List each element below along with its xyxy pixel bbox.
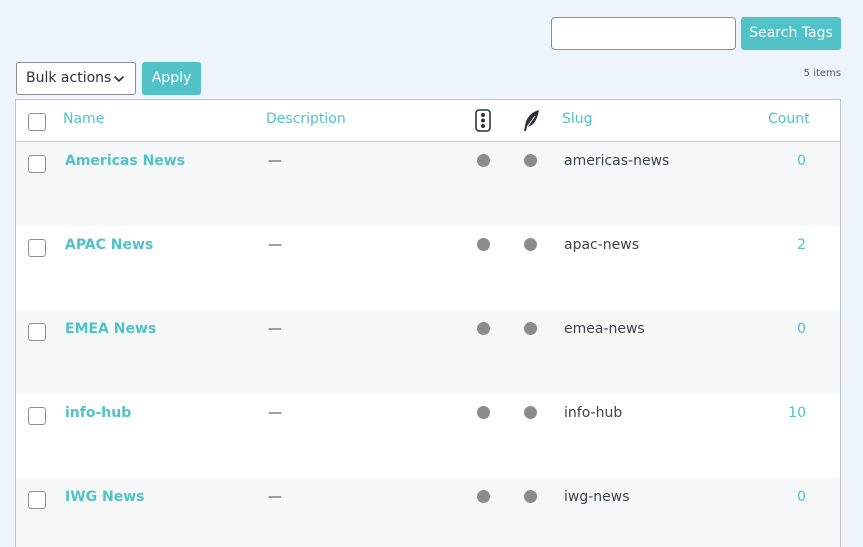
column-name-header[interactable]: Name <box>63 111 104 127</box>
table-row: IWG News — iwg-news 0 <box>16 478 840 547</box>
row-checkbox[interactable] <box>28 323 46 341</box>
tag-slug: apac-news <box>564 237 640 253</box>
traffic-light-icon[interactable] <box>475 109 491 132</box>
tag-description: — <box>268 237 282 253</box>
status-dot <box>524 406 537 419</box>
tag-count-link[interactable]: 0 <box>797 321 806 337</box>
status-dot <box>477 238 490 251</box>
column-description-header[interactable]: Description <box>266 111 346 127</box>
status-dot <box>524 238 537 251</box>
tag-description: — <box>268 405 282 421</box>
status-dot <box>524 154 537 167</box>
tag-slug: americas-news <box>564 153 670 169</box>
tag-count-link[interactable]: 0 <box>797 489 806 505</box>
table-header: Name Description Slug Count <box>16 100 840 142</box>
table-row: info-hub — info-hub 10 <box>16 394 840 478</box>
tag-description: — <box>268 321 282 337</box>
column-slug-header[interactable]: Slug <box>562 111 593 127</box>
tag-name-link[interactable]: IWG News <box>65 489 145 505</box>
row-checkbox[interactable] <box>28 239 46 257</box>
apply-button[interactable]: Apply <box>142 62 201 95</box>
status-dot <box>524 322 537 335</box>
tag-name-link[interactable]: EMEA News <box>65 321 156 337</box>
tag-description: — <box>268 489 282 505</box>
row-checkbox[interactable] <box>28 407 46 425</box>
tag-name-link[interactable]: info-hub <box>65 405 131 421</box>
search-input[interactable] <box>551 17 736 50</box>
status-dot <box>477 490 490 503</box>
status-dot <box>524 490 537 503</box>
items-count: 5 items <box>803 68 841 79</box>
tag-count-link[interactable]: 2 <box>797 237 806 253</box>
bulk-actions-selected: Bulk actions <box>26 70 112 86</box>
search-tags-button[interactable]: Search Tags <box>741 17 841 50</box>
bulk-actions-select[interactable]: Bulk actions <box>16 62 136 95</box>
tag-count-link[interactable]: 0 <box>797 153 806 169</box>
tags-table: Name Description Slug Count Americas New… <box>15 99 841 547</box>
tag-slug: info-hub <box>564 405 623 421</box>
feather-icon[interactable] <box>521 109 541 133</box>
table-row: Americas News — americas-news 0 <box>16 142 840 226</box>
tag-name-link[interactable]: APAC News <box>65 237 153 253</box>
status-dot <box>477 322 490 335</box>
row-checkbox[interactable] <box>28 491 46 509</box>
status-dot <box>477 406 490 419</box>
tags-page: Search Tags Bulk actions Apply 5 items N… <box>0 0 863 547</box>
tag-description: — <box>268 153 282 169</box>
row-checkbox[interactable] <box>28 155 46 173</box>
tag-count-link[interactable]: 10 <box>788 405 806 421</box>
table-row: EMEA News — emea-news 0 <box>16 310 840 394</box>
tag-name-link[interactable]: Americas News <box>65 153 185 169</box>
select-all-checkbox[interactable] <box>28 113 46 131</box>
column-count-header[interactable]: Count <box>768 111 810 127</box>
chevron-down-icon <box>113 75 125 83</box>
tag-slug: iwg-news <box>564 489 630 505</box>
tag-slug: emea-news <box>564 321 645 337</box>
table-row: APAC News — apac-news 2 <box>16 226 840 310</box>
status-dot <box>477 154 490 167</box>
